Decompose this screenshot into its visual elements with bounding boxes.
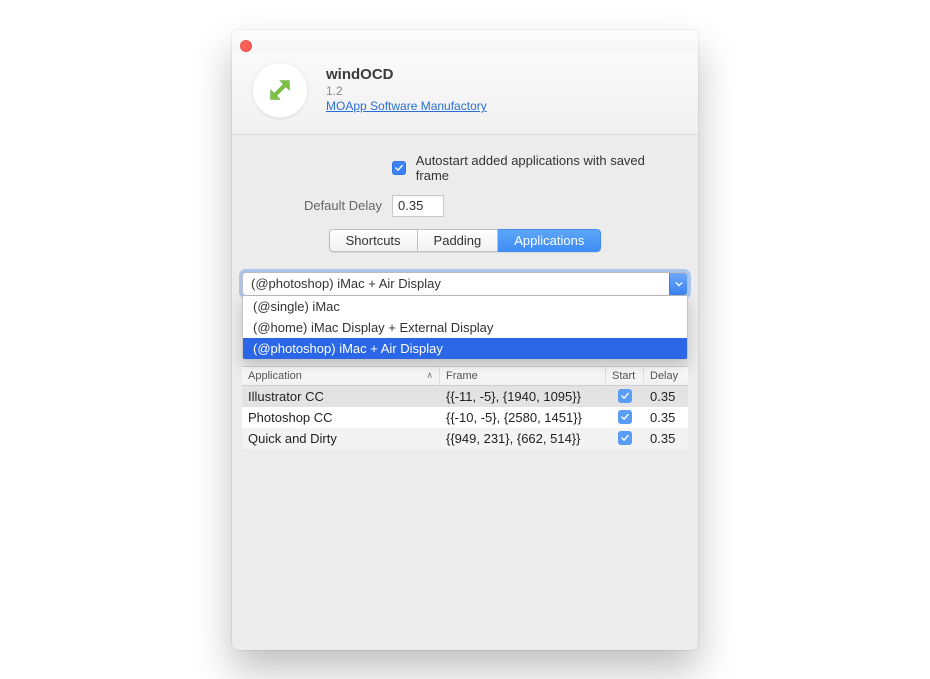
col-frame[interactable]: Frame [440,367,606,385]
tab-bar: Shortcuts Padding Applications [329,229,602,252]
cell-application: Illustrator CC [242,389,440,404]
default-delay-label: Default Delay [252,198,382,213]
profile-combobox-value: (@photoshop) iMac + Air Display [243,276,669,291]
cell-frame: {{-11, -5}, {1940, 1095}} [440,389,606,404]
vendor-link[interactable]: MOApp Software Manufactory [326,99,487,113]
start-checkbox[interactable] [618,431,632,445]
table-row[interactable]: Illustrator CC{{-11, -5}, {1940, 1095}} 0… [242,386,688,407]
titlebar [232,30,698,52]
preferences-section: Autostart added applications with saved … [232,135,698,262]
profile-combo-area: (@photoshop) iMac + Air Display (@single… [232,262,698,449]
profile-option[interactable]: (@home) iMac Display + External Display [243,317,687,338]
col-delay[interactable]: Delay [644,367,688,385]
cell-delay: 0.35 [644,410,688,425]
cell-application: Quick and Dirty [242,431,440,446]
cell-start [606,389,644,403]
autostart-label: Autostart added applications with saved … [416,153,678,183]
table-row[interactable]: Photoshop CC{{-10, -5}, {2580, 1451}} 0.3… [242,407,688,428]
cell-delay: 0.35 [644,431,688,446]
cell-start [606,410,644,424]
app-icon [252,62,308,118]
profile-option[interactable]: (@photoshop) iMac + Air Display [243,338,687,359]
cell-frame: {{949, 231}, {662, 514}} [440,431,606,446]
chevron-down-icon[interactable] [669,273,687,295]
table-row[interactable]: Quick and Dirty{{949, 231}, {662, 514}} 0… [242,428,688,449]
cell-frame: {{-10, -5}, {2580, 1451}} [440,410,606,425]
start-checkbox[interactable] [618,410,632,424]
tab-applications[interactable]: Applications [498,229,601,252]
col-application[interactable]: Application ∧ [242,367,440,385]
profile-combobox[interactable]: (@photoshop) iMac + Air Display [242,272,688,296]
autostart-checkbox[interactable] [392,161,406,175]
col-start[interactable]: Start [606,367,644,385]
profile-option[interactable]: (@single) iMac [243,296,687,317]
cell-delay: 0.35 [644,389,688,404]
tab-shortcuts[interactable]: Shortcuts [329,229,418,252]
app-version: 1.2 [326,84,487,98]
start-checkbox[interactable] [618,389,632,403]
applications-table: Application ∧ Frame Start Delay Illustra… [242,366,688,449]
preferences-window: windOCD 1.2 MOApp Software Manufactory A… [232,30,698,650]
header: windOCD 1.2 MOApp Software Manufactory [232,52,698,135]
profile-dropdown: (@single) iMac (@home) iMac Display + Ex… [242,296,688,360]
tab-padding[interactable]: Padding [418,229,499,252]
col-application-label: Application [248,370,302,382]
close-window-button[interactable] [240,40,252,52]
app-title: windOCD [326,66,487,83]
default-delay-input[interactable] [392,195,444,217]
cell-application: Photoshop CC [242,410,440,425]
sort-ascending-icon: ∧ [426,370,433,381]
cell-start [606,431,644,445]
